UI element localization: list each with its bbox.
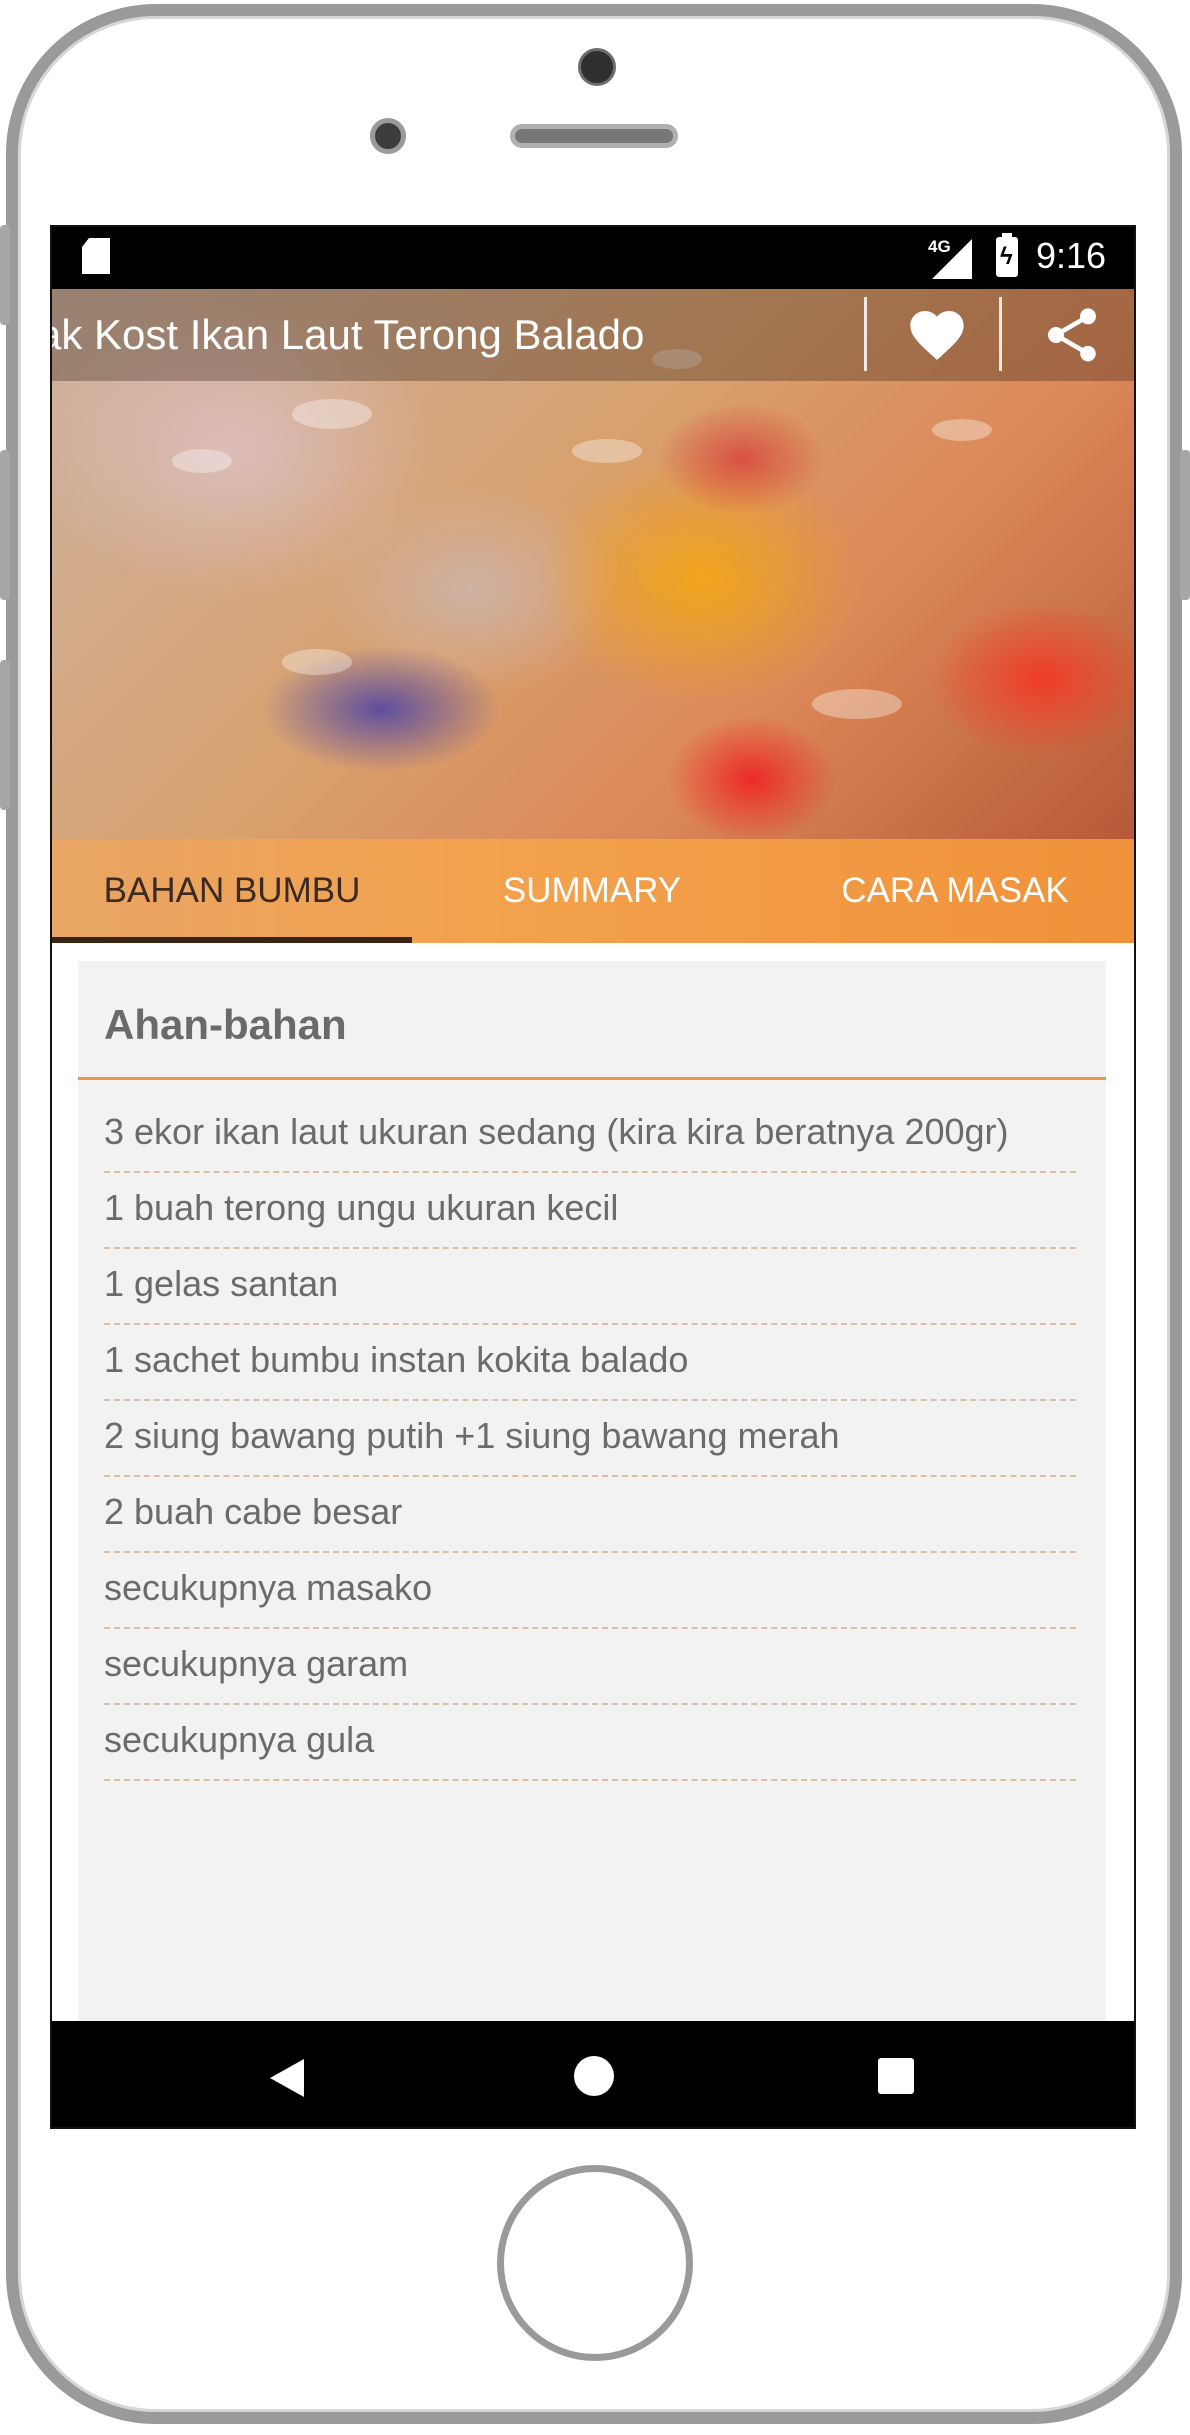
section-title: Ahan-bahan — [104, 1001, 347, 1048]
ingredients-card: Ahan-bahan 3 ekor ikan laut ukuran sedan… — [78, 961, 1106, 2127]
share-icon — [1048, 308, 1096, 362]
list-item: 1 buah terong ungu ukuran kecil — [104, 1173, 1076, 1249]
list-item: secukupnya masako — [104, 1553, 1076, 1629]
toolbar-divider — [864, 297, 867, 371]
list-item: secukupnya garam — [104, 1629, 1076, 1705]
home-icon[interactable] — [574, 2056, 614, 2096]
tab-summary[interactable]: SUMMARY — [412, 839, 772, 943]
app-bar: ak Kost Ikan Laut Terong Balado — [52, 289, 1134, 381]
list-item: 2 buah cabe besar — [104, 1477, 1076, 1553]
tab-cara-masak[interactable]: CARA MASAK — [772, 839, 1134, 943]
recipe-tabs: BAHAN BUMBU SUMMARY CARA MASAK — [52, 839, 1134, 943]
back-icon[interactable] — [270, 2059, 304, 2097]
list-item: 1 sachet bumbu instan kokita balado — [104, 1325, 1076, 1401]
share-button[interactable] — [1040, 303, 1104, 367]
phone-side-button — [0, 660, 10, 810]
favorite-button[interactable] — [905, 303, 969, 367]
device-screen: 4G ϟ 9:16 ak Kost Ikan Laut Terong Balad… — [50, 225, 1136, 2129]
list-item: 2 siung bawang putih +1 siung bawang mer… — [104, 1401, 1076, 1477]
list-item: 3 ekor ikan laut ukuran sedang (kira kir… — [104, 1101, 1076, 1173]
front-camera — [578, 48, 616, 86]
earpiece-speaker — [510, 124, 678, 148]
phone-side-button — [0, 450, 10, 600]
ingredient-list: 3 ekor ikan laut ukuran sedang (kira kir… — [104, 1101, 1076, 1781]
system-nav-bar — [52, 2021, 1134, 2127]
phone-side-button — [1180, 450, 1190, 600]
toolbar-divider — [999, 297, 1002, 371]
phone-side-button — [0, 225, 10, 325]
recents-icon[interactable] — [878, 2058, 914, 2094]
tab-bahan-bumbu[interactable]: BAHAN BUMBU — [52, 839, 412, 943]
proximity-sensor — [370, 118, 406, 154]
recipe-title: ak Kost Ikan Laut Terong Balado — [50, 311, 645, 358]
status-time: 9:16 — [1036, 235, 1107, 276]
battery-charging-icon: ϟ — [996, 233, 1018, 277]
physical-home-button[interactable] — [497, 2165, 693, 2361]
network-type: 4G — [928, 237, 951, 256]
section-divider — [78, 1077, 1106, 1080]
list-item: secukupnya gula — [104, 1705, 1076, 1781]
list-item: 1 gelas santan — [104, 1249, 1076, 1325]
sd-card-icon — [82, 238, 110, 274]
heart-icon — [910, 311, 964, 360]
status-bar: 4G ϟ 9:16 — [52, 227, 1134, 289]
